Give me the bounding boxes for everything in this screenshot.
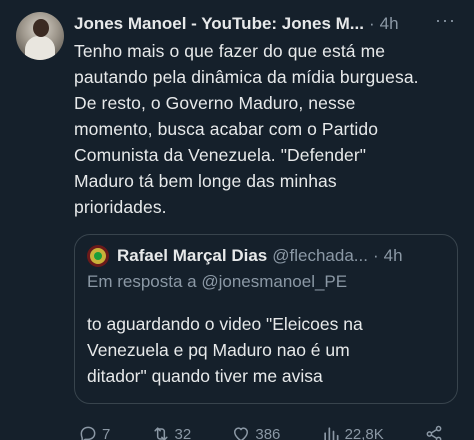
reply-button[interactable]: 7 — [78, 422, 110, 440]
avatar-emblem-center — [94, 252, 102, 260]
quoted-tweet[interactable]: Rafael Marçal Dias @flechada... · 4h Em … — [74, 234, 458, 404]
heart-icon — [231, 424, 251, 440]
tweet-text: Tenho mais o que fazer do que está me pa… — [74, 41, 419, 217]
like-button[interactable]: 386 — [231, 422, 280, 440]
tweet-time[interactable]: 4h — [380, 13, 399, 35]
retweet-count: 32 — [174, 425, 192, 440]
quoted-tweet-time[interactable]: 4h — [384, 245, 403, 267]
quoted-author-avatar[interactable] — [87, 245, 109, 267]
views-chart-icon — [321, 424, 341, 440]
retweet-icon — [151, 424, 171, 440]
quoted-author-name[interactable]: Rafael Marçal Dias — [117, 245, 267, 267]
tweet-content: Jones Manoel - YouTube: Jones M... · 4h … — [74, 9, 458, 440]
views-button[interactable]: 22,8K — [321, 422, 384, 440]
more-options-icon[interactable]: ··· — [433, 9, 458, 31]
action-bar: 7 32 386 22,8K — [74, 422, 444, 440]
avatar-figure-head — [33, 19, 49, 37]
share-button[interactable] — [424, 422, 444, 440]
reply-context[interactable]: Em resposta a @jonesmanoel_PE — [87, 271, 445, 293]
share-icon — [424, 424, 444, 440]
tweet-card[interactable]: Jones Manoel - YouTube: Jones M... · 4h … — [0, 0, 474, 440]
author-avatar[interactable] — [16, 12, 64, 60]
author-name[interactable]: Jones Manoel - YouTube: Jones M... — [74, 13, 364, 35]
avatar-column — [16, 12, 74, 440]
quoted-author-handle[interactable]: @flechada... — [272, 245, 368, 267]
quoted-tweet-text: to aguardando o video "Eleicoes na Venez… — [87, 314, 363, 386]
reply-count: 7 — [102, 425, 111, 440]
reply-icon — [78, 424, 98, 440]
retweet-button[interactable]: 32 — [151, 422, 192, 440]
views-count: 22,8K — [344, 425, 384, 440]
tweet-header: Jones Manoel - YouTube: Jones M... · 4h … — [74, 9, 458, 36]
header-separator: · — [368, 14, 375, 33]
like-count: 386 — [255, 425, 281, 440]
quoted-tweet-header: Rafael Marçal Dias @flechada... · 4h — [87, 245, 445, 267]
quoted-header-separator: · — [372, 246, 379, 265]
avatar-figure-body — [25, 36, 55, 60]
